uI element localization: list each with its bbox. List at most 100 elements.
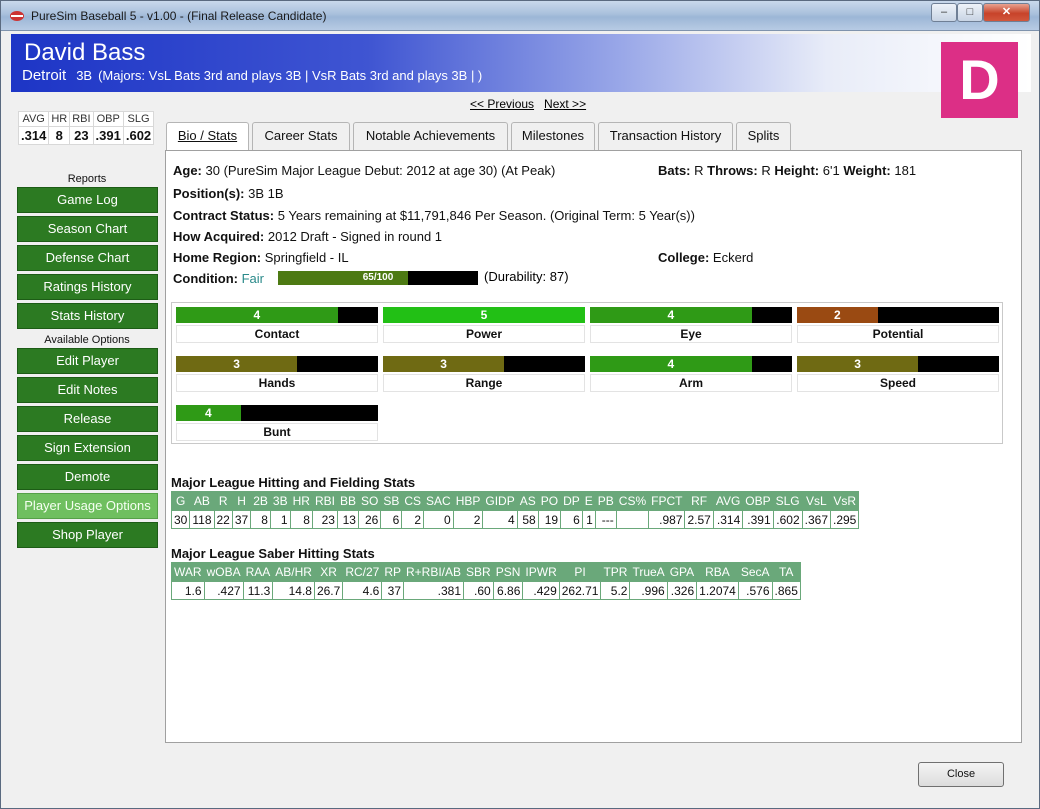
baseball-app-icon — [10, 11, 24, 21]
saber-value-gpa: .326 — [666, 581, 698, 600]
hitting-value-sb: 6 — [380, 510, 403, 529]
rating-value-speed: 3 — [854, 357, 861, 371]
hitting-header-ab: AB — [189, 491, 215, 511]
college-row: College: Eckerd — [658, 250, 753, 265]
mini-stat-header-avg: AVG — [17, 111, 50, 127]
saber-header-xr: XR — [313, 562, 344, 582]
hitting-header-po: PO — [537, 491, 562, 511]
demote-button[interactable]: Demote — [17, 464, 158, 490]
maximize-button[interactable]: □ — [957, 3, 983, 22]
hitting-value-cs — [615, 510, 650, 529]
player-name: David Bass — [24, 39, 146, 66]
saber-header-psn: PSN — [492, 562, 524, 582]
close-button[interactable]: Close — [918, 762, 1004, 787]
player-header: David Bass Detroit 3B (Majors: VsL Bats 3r… — [11, 34, 1031, 92]
acquired-label: How Acquired: — [173, 229, 265, 244]
hitting-header-cs: CS% — [615, 491, 650, 511]
hitting-header-vsl: VsL — [801, 491, 832, 511]
saber-value-sbr: .60 — [463, 581, 494, 600]
title-bar[interactable]: PureSim Baseball 5 - v1.00 - (Final Rele… — [1, 1, 1039, 31]
throws-value: R — [761, 163, 771, 178]
hitting-header-slg: SLG — [772, 491, 803, 511]
hitting-header-e: E — [581, 491, 596, 511]
acquired-row: How Acquired: 2012 Draft - Signed in rou… — [173, 229, 442, 244]
mini-stats-table: AVG HR RBI OBP SLG .314 8 23.391.602 — [17, 111, 155, 145]
tab-career-stats[interactable]: Career Stats — [252, 122, 350, 150]
saber-value-psn: 6.86 — [492, 581, 524, 600]
season-chart-button[interactable]: Season Chart — [17, 216, 158, 242]
hitting-value-pb: --- — [594, 510, 617, 529]
hitting-value-h: 37 — [231, 510, 252, 529]
saber-header-tpr: TPR — [600, 562, 631, 582]
rating-bar-eye: 4 — [590, 307, 792, 323]
app-window: PureSim Baseball 5 - v1.00 - (Final Rele… — [0, 0, 1040, 809]
saber-header-gpa: GPA — [666, 562, 698, 582]
player-grade-badge: D — [941, 42, 1018, 118]
rating-label-contact: Contact — [176, 325, 378, 343]
hitting-value-slg: .602 — [772, 510, 803, 529]
saber-value-seca: .576 — [737, 581, 773, 600]
shop-player-button[interactable]: Shop Player — [17, 522, 158, 548]
positions-value: 3B 1B — [248, 186, 284, 201]
rating-label-speed: Speed — [797, 374, 999, 392]
hitting-value-so: 26 — [357, 510, 382, 529]
window-title: PureSim Baseball 5 - v1.00 - (Final Rele… — [31, 9, 327, 23]
positions-label: Position(s): — [173, 186, 245, 201]
hitting-header-bb: BB — [336, 491, 359, 511]
region-row: Home Region: Springfield - IL — [173, 250, 349, 265]
defense-chart-button[interactable]: Defense Chart — [17, 245, 158, 271]
saber-header-woba: wOBA — [203, 562, 244, 582]
hitting-value-gidp: 4 — [482, 510, 518, 529]
player-usage-options-button[interactable]: Player Usage Options — [17, 493, 158, 519]
saber-header-ipwr: IPWR — [522, 562, 560, 582]
edit-player-button[interactable]: Edit Player — [17, 348, 158, 374]
rating-label-power: Power — [383, 325, 585, 343]
minimize-button[interactable]: – — [931, 3, 957, 22]
height-label: Height: — [774, 163, 820, 178]
tab-notable-achievements[interactable]: Notable Achievements — [353, 122, 508, 150]
hitting-header-dp: DP — [560, 491, 583, 511]
rating-contact: 4 Contact — [172, 303, 378, 343]
sign-extension-button[interactable]: Sign Extension — [17, 435, 158, 461]
game-log-button[interactable]: Game Log — [17, 187, 158, 213]
age-label: Age: — [173, 163, 202, 178]
saber-stats-table: WAR wOBA RAA AB/HR XR RC/27 RP R+RBI/AB SBR PSN IP… — [171, 562, 801, 600]
hitting-value-bb: 13 — [336, 510, 359, 529]
rating-label-bunt: Bunt — [176, 423, 378, 441]
rating-value-contact: 4 — [253, 308, 261, 322]
hitting-header-sb: SB — [380, 491, 403, 511]
player-roles: (Majors: VsL Bats 3rd and plays 3B | VsR… — [98, 68, 483, 83]
stats-history-button[interactable]: Stats History — [17, 303, 158, 329]
rating-eye: 4 Eye — [586, 303, 792, 343]
hitting-value-avg: .314 — [712, 510, 744, 529]
saber-value-r-rbi-ab: .381 — [402, 581, 465, 600]
hitting-header-rbi: RBI — [311, 491, 338, 511]
edit-notes-button[interactable]: Edit Notes — [17, 377, 158, 403]
tab-transaction-history[interactable]: Transaction History — [598, 122, 733, 150]
saber-value-pi: 262.71 — [558, 581, 602, 600]
saber-value-woba: .427 — [203, 581, 244, 600]
rating-value-eye: 4 — [667, 308, 675, 322]
rating-bunt: 4 Bunt — [172, 401, 378, 441]
saber-value-xr: 26.7 — [313, 581, 344, 600]
release-button[interactable]: Release — [17, 406, 158, 432]
saber-value-truea: .996 — [629, 581, 668, 600]
tab-bio-stats[interactable]: Bio / Stats — [166, 122, 249, 151]
ratings-history-button[interactable]: Ratings History — [17, 274, 158, 300]
close-window-button[interactable]: ✕ — [983, 3, 1030, 22]
saber-header-rp: RP — [381, 562, 404, 582]
mini-stat-header-rbi: RBI — [69, 111, 94, 127]
hitting-header-so: SO — [357, 491, 382, 511]
tab-splits[interactable]: Splits — [736, 122, 791, 150]
mini-stat-value-slg: .602 — [122, 126, 155, 145]
hitting-value-obp: .391 — [742, 510, 774, 529]
next-player-link[interactable]: Next >> — [544, 97, 586, 111]
tab-milestones[interactable]: Milestones — [511, 122, 595, 150]
contract-value: 5 Years remaining at $11,791,846 Per Sea… — [277, 208, 695, 223]
previous-player-link[interactable]: << Previous — [470, 97, 534, 111]
positions-row: Position(s): 3B 1B — [173, 186, 284, 201]
hitting-header-hr: HR — [289, 491, 313, 511]
saber-value-raa: 11.3 — [242, 581, 274, 600]
hitting-header-as: AS — [516, 491, 539, 511]
hitting-header-obp: OBP — [742, 491, 774, 511]
